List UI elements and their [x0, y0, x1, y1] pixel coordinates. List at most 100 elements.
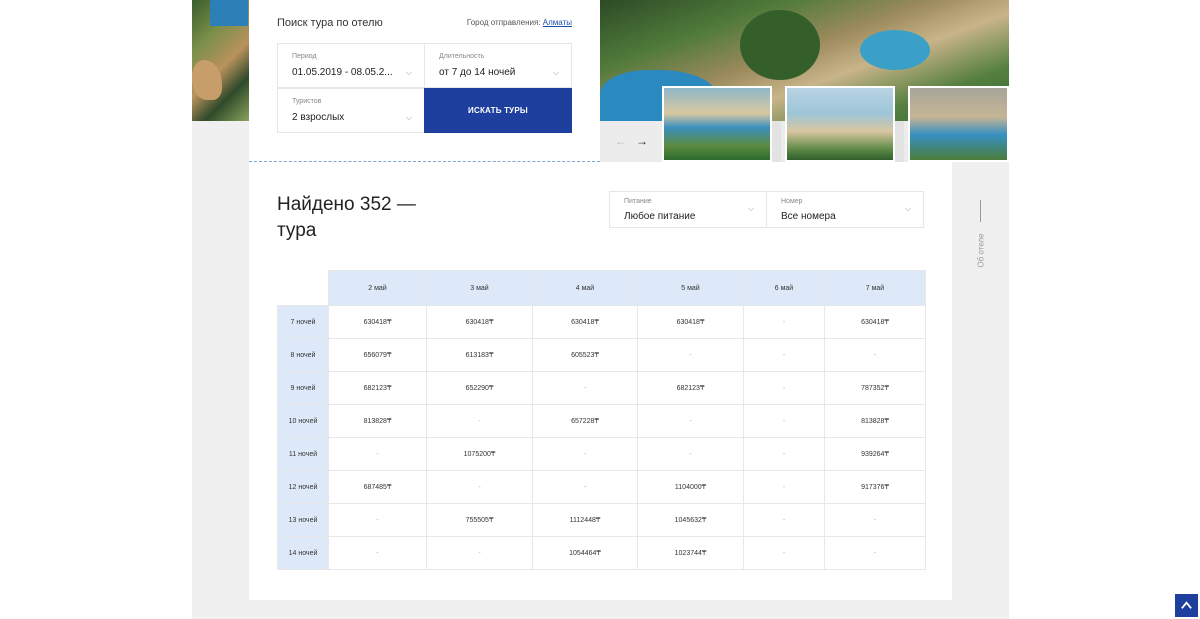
departure-city: Город отправления: Алматы [467, 18, 572, 27]
row-header: 8 ночей [277, 338, 329, 372]
search-title: Поиск тура по отелю [277, 17, 383, 29]
price-cell[interactable]: 605523₸ [532, 338, 638, 372]
empty-price-cell: - [637, 437, 744, 471]
price-cell[interactable]: 1112448₸ [532, 503, 638, 537]
empty-price-cell: - [743, 470, 825, 504]
gallery-thumbnail[interactable] [662, 86, 772, 162]
meal-filter[interactable]: Питание Любое питание ⌵ [609, 191, 767, 228]
meal-filter-value: Любое питание [624, 211, 696, 222]
thumb-separator [772, 121, 781, 162]
column-header: 2 май [328, 270, 427, 306]
price-cell[interactable]: 630418₸ [824, 305, 926, 339]
row-header: 7 ночей [277, 305, 329, 339]
price-cell[interactable]: 1045632₸ [637, 503, 744, 537]
price-cell[interactable]: 787352₸ [824, 371, 926, 405]
price-cell[interactable]: 682123₸ [637, 371, 744, 405]
duration-value: от 7 до 14 ночей [439, 67, 516, 78]
chevron-down-icon: ⌵ [552, 68, 559, 77]
departure-city-label: Город отправления: [466, 18, 541, 27]
empty-price-cell: - [532, 470, 638, 504]
price-cell[interactable]: 1075200₸ [426, 437, 533, 471]
thumb-separator [895, 121, 904, 162]
tourists-label: Туристов [292, 98, 322, 105]
column-header: 7 май [824, 270, 926, 306]
price-cell[interactable]: 652290₸ [426, 371, 533, 405]
departure-city-link[interactable]: Алматы [543, 18, 572, 27]
tab-line [980, 200, 981, 222]
empty-price-cell: - [637, 338, 744, 372]
scroll-to-top-button[interactable] [1175, 594, 1198, 617]
results-count-heading: Найдено 352 — тура [277, 194, 416, 241]
about-hotel-label: Об отеле [976, 233, 986, 268]
row-header: 13 ночей [277, 503, 329, 537]
period-value: 01.05.2019 - 08.05.2... [292, 67, 393, 78]
price-cell[interactable]: 917376₸ [824, 470, 926, 504]
chevron-down-icon: ⌵ [405, 68, 412, 77]
price-cell[interactable]: 939264₸ [824, 437, 926, 471]
column-header: 4 май [532, 270, 638, 306]
empty-price-cell: - [532, 437, 638, 471]
empty-price-cell: - [426, 404, 533, 438]
price-cell[interactable]: 755505₸ [426, 503, 533, 537]
price-cell[interactable]: 682123₸ [328, 371, 427, 405]
empty-price-cell: - [426, 470, 533, 504]
empty-price-cell: - [824, 338, 926, 372]
empty-price-cell: - [328, 536, 427, 570]
row-header: 9 ночей [277, 371, 329, 405]
table-row: 10 ночей 813828₸ -657228₸ - -813828₸ [277, 404, 926, 438]
column-header: 3 май [426, 270, 533, 306]
price-calendar-table: 2 май 3 май 4 май 5 май 6 май 7 май 7 но… [277, 270, 926, 570]
gallery-thumbnail[interactable] [908, 86, 1009, 162]
row-header: 14 ночей [277, 536, 329, 570]
chevron-up-icon [1181, 601, 1192, 609]
gallery-thumbnail[interactable] [785, 86, 895, 162]
duration-label: Длительность [439, 53, 485, 60]
price-cell[interactable]: 613183₸ [426, 338, 533, 372]
row-header: 12 ночей [277, 470, 329, 504]
period-label: Период [292, 53, 317, 60]
table-row: 9 ночей 682123₸ 652290₸ -682123₸ -787352₸ [277, 371, 926, 405]
price-cell[interactable]: 657228₸ [532, 404, 638, 438]
price-cell[interactable]: 1023744₸ [637, 536, 744, 570]
table-row: 8 ночей 656079₸ 613183₸ 605523₸ - - - [277, 338, 926, 372]
empty-price-cell: - [743, 404, 825, 438]
price-cell[interactable]: 813828₸ [328, 404, 427, 438]
room-filter-label: Номер [781, 198, 803, 205]
empty-price-cell: - [328, 503, 427, 537]
duration-field[interactable]: Длительность от 7 до 14 ночей ⌵ [424, 43, 572, 88]
price-cell[interactable]: 630418₸ [637, 305, 744, 339]
room-filter[interactable]: Номер Все номера ⌵ [766, 191, 924, 228]
empty-price-cell: - [824, 503, 926, 537]
price-cell[interactable]: 1054464₸ [532, 536, 638, 570]
price-cell[interactable]: 1104000₸ [637, 470, 744, 504]
table-header-row: 2 май 3 май 4 май 5 май 6 май 7 май [277, 270, 926, 306]
tourists-field[interactable]: Туристов 2 взрослых ⌵ [277, 88, 425, 133]
meal-filter-label: Питание [624, 198, 652, 205]
arrow-right-icon[interactable]: → [636, 134, 648, 148]
empty-price-cell: - [743, 503, 825, 537]
column-header: 6 май [743, 270, 825, 306]
row-header: 10 ночей [277, 404, 329, 438]
empty-price-cell: - [426, 536, 533, 570]
table-row: 13 ночей -755505₸ 1112448₸ 1045632₸ - - [277, 503, 926, 537]
empty-price-cell: - [743, 305, 825, 339]
table-row: 11 ночей -1075200₸ - - -939264₸ [277, 437, 926, 471]
room-filter-value: Все номера [781, 211, 836, 222]
arrow-left-icon[interactable]: ← [615, 134, 627, 148]
table-corner [277, 270, 329, 306]
price-cell[interactable]: 687485₸ [328, 470, 427, 504]
empty-price-cell: - [743, 338, 825, 372]
about-hotel-tab[interactable]: Об отеле [974, 200, 988, 280]
price-cell[interactable]: 630418₸ [532, 305, 638, 339]
table-row: 14 ночей - -1054464₸ 1023744₸ - - [277, 536, 926, 570]
price-cell[interactable]: 656079₸ [328, 338, 427, 372]
period-field[interactable]: Период 01.05.2019 - 08.05.2... ⌵ [277, 43, 425, 88]
search-tours-button[interactable]: ИСКАТЬ ТУРЫ [424, 88, 572, 133]
chevron-down-icon: ⌵ [904, 204, 911, 213]
tourists-value: 2 взрослых [292, 112, 345, 123]
price-cell[interactable]: 630418₸ [426, 305, 533, 339]
chevron-down-icon: ⌵ [405, 113, 412, 122]
price-cell[interactable]: 813828₸ [824, 404, 926, 438]
hotel-photo-left [192, 0, 249, 121]
price-cell[interactable]: 630418₸ [328, 305, 427, 339]
